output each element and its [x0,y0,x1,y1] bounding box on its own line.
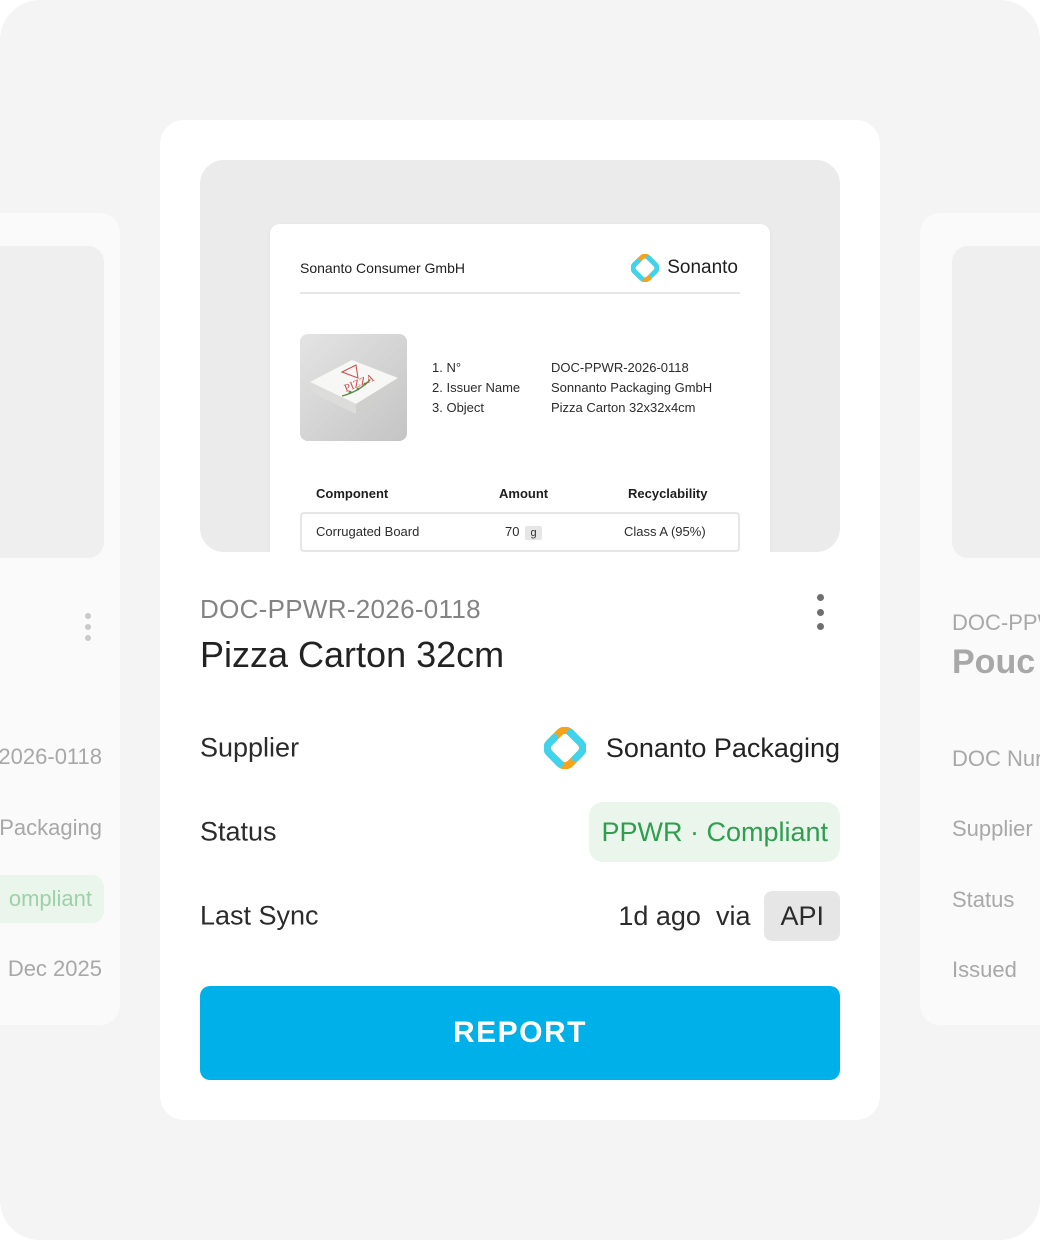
more-vertical-icon[interactable] [808,594,832,630]
cell-component: Corrugated Board [316,524,420,539]
document-field-value: Sonnanto Packaging GmbH [551,380,713,395]
sonanto-logo-icon [543,727,586,769]
pizza-box-photo: PIZZA [300,334,407,441]
document-preview[interactable]: Sonanto Consumer GmbH Sonanto PIZZA 1. N… [200,160,840,552]
document-field-label: 1. N° [432,360,462,375]
report-button[interactable]: REPORT [200,986,840,1080]
document-company: Sonanto Consumer GmbH [300,260,465,276]
document-field-value: DOC-PPWR-2026-0118 [551,360,689,375]
right-card-doc-id: DOC-PPW [952,610,1040,635]
card-title: Pizza Carton 32cm [200,634,505,675]
doc-id-label: DOC-PPWR-2026-0118 [200,594,481,624]
status-value: PPWR · Compliant [589,802,840,862]
right-card-title: Pouc [952,643,1036,681]
cell-amount-value: 70 [505,524,520,539]
status-badge: PPWR · Compliant [589,802,840,862]
unit-chip: g [525,526,542,540]
column-header-recyclability: Recyclability [628,486,708,501]
document-table-header: Component Amount Recyclability [300,486,740,504]
last-sync-row: Last Sync 1d ago via API [200,886,840,946]
document-divider [300,292,740,294]
document-field-row: 3. Object Pizza Carton 32x32x4cm [432,398,712,418]
document-field-row: 1. N° DOC-PPWR-2026-0118 [432,358,712,378]
left-card-issued: Dec 2025 [7,956,102,981]
left-card-doc-number: 2026-0118 [0,744,102,769]
right-card-status-label: Status [952,887,1015,912]
sonanto-logo-icon [631,254,660,282]
document-sheet: Sonanto Consumer GmbH Sonanto PIZZA 1. N… [270,224,770,552]
cell-recyclability: Class A (95%) [624,524,706,539]
document-field-label: 3. Object [432,400,485,415]
document-field-row: 2. Issuer Name Sonnanto Packaging GmbH [432,378,712,398]
left-card-status-text: ompliant [8,886,92,911]
right-card-doc-number-label: DOC Nur [952,746,1040,771]
cell-amount: 70 g [505,524,542,540]
status-row: Status PPWR · Compliant [200,802,840,862]
document-brand-name: Sonanto [667,257,738,278]
left-card-supplier: Packaging [0,815,102,840]
more-vertical-icon[interactable] [84,613,92,641]
supplier-row: Supplier Sonanto Packaging [200,718,840,778]
supplier-label: Supplier [200,732,300,763]
document-brand: Sonanto [631,254,738,282]
last-sync-time: 1d ago via [618,900,751,931]
left-card-status-badge: ompliant [0,875,104,923]
column-header-amount: Amount [499,486,549,501]
left-card-preview [0,246,104,558]
document-field-label: 2. Issuer Name [432,380,521,395]
right-card-issued-label: Issued [952,957,1017,982]
right-card-preview [952,246,1040,558]
last-sync-value: 1d ago via API [618,891,840,941]
document-field-value: Pizza Carton 32x32x4cm [551,400,696,415]
right-side-card[interactable]: DOC-PPW Pouc DOC Nur Supplier Status Iss… [920,213,1040,1025]
supplier-name: Sonanto Packaging [605,732,840,763]
app-canvas: 2026-0118 Packaging ompliant Dec 2025 DO… [0,0,1040,1240]
sync-source-chip: API [764,891,840,941]
last-sync-label: Last Sync [200,900,319,931]
column-header-component: Component [316,486,389,501]
status-label: Status [200,816,277,847]
supplier-value[interactable]: Sonanto Packaging [543,727,840,769]
right-card-supplier-label: Supplier [952,816,1033,841]
document-card: Sonanto Consumer GmbH Sonanto PIZZA 1. N… [160,120,880,1120]
left-side-card[interactable]: 2026-0118 Packaging ompliant Dec 2025 [0,213,120,1025]
document-fields: 1. N° DOC-PPWR-2026-0118 2. Issuer Name … [432,358,712,418]
table-row: Corrugated Board 70 g Class A (95%) [300,512,740,552]
